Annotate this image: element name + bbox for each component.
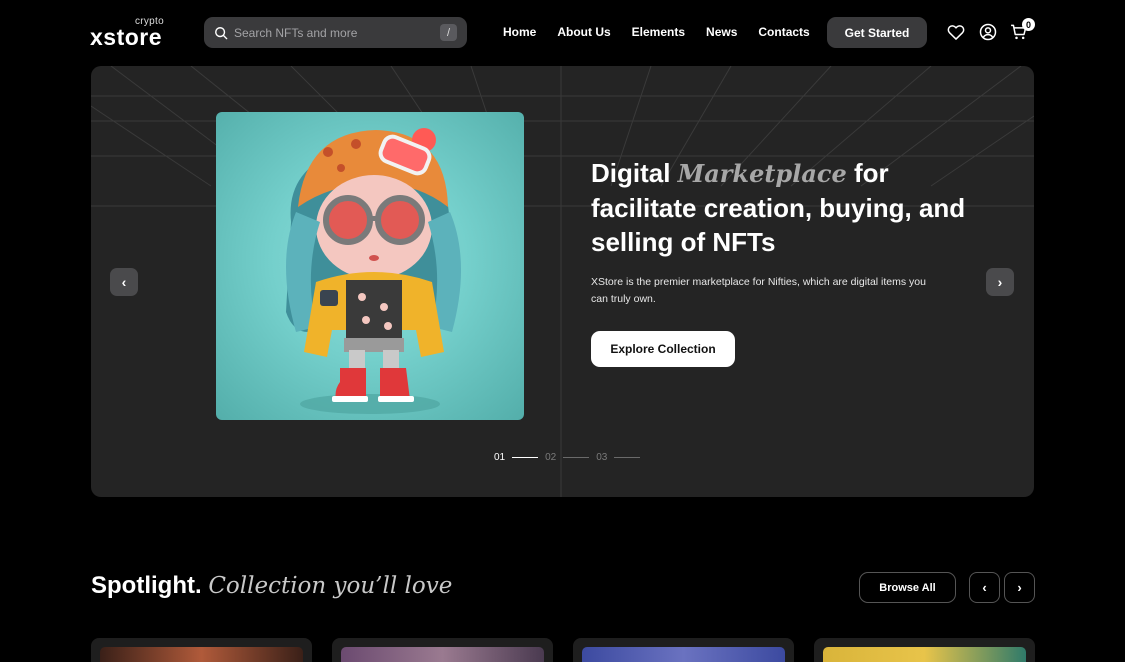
nav-home[interactable]: Home [503,25,536,39]
search-icon [215,26,228,39]
cart-count-badge: 0 [1022,18,1035,31]
page-indicator-03[interactable]: 03 [596,452,607,463]
nav-elements[interactable]: Elements [632,25,685,39]
user-icon[interactable] [978,22,998,42]
chevron-left-icon: ‹ [121,274,127,290]
collection-card[interactable] [573,638,794,662]
hero-title-start: Digital [591,158,678,188]
get-started-button[interactable]: Get Started [827,17,927,48]
chevron-left-icon: ‹ [982,580,987,595]
collection-card-image [341,647,544,662]
nav-about-us[interactable]: About Us [557,25,610,39]
logo[interactable]: crypto xstore [90,14,170,50]
logo-text: xstore [90,24,163,50]
hero-description: XStore is the premier marketplace for Ni… [591,276,926,305]
hero-banner: Digital Marketplace for facilitate creat… [91,66,1034,497]
collection-card-image [100,647,303,662]
browse-all-button[interactable]: Browse All [859,572,956,603]
page-line-03 [614,457,641,458]
chevron-right-icon: › [997,274,1003,290]
hero-title-emphasis: Marketplace [677,159,847,188]
nav-contacts[interactable]: Contacts [758,25,809,39]
collection-card-image [823,647,1026,662]
spotlight-next-button[interactable]: › [1004,572,1035,603]
collection-card[interactable] [814,638,1035,662]
hero-next-button[interactable]: › [986,268,1014,296]
main-nav: Home About Us Elements News Contacts [503,25,831,39]
spotlight-subtitle: Collection you’ll love [208,573,453,599]
search-input[interactable] [234,25,440,40]
page-indicator-01[interactable]: 01 [494,452,505,463]
doll-illustration [286,128,462,414]
collection-card-image [582,647,785,662]
top-header: crypto xstore / Home About Us Elements N… [0,0,1125,66]
explore-collection-button[interactable]: Explore Collection [591,331,735,367]
nav-news[interactable]: News [706,25,737,39]
chevron-right-icon: › [1017,580,1022,595]
hero-pagination: 01 02 03 [494,452,647,463]
collection-card[interactable] [332,638,553,662]
page-line-01 [512,457,539,458]
page-line-02 [563,457,590,458]
hero-prev-button[interactable]: ‹ [110,268,138,296]
featured-nft-artwork[interactable] [216,112,524,420]
collection-card[interactable] [91,638,312,662]
search-shortcut-key: / [440,24,457,41]
spotlight-prev-button[interactable]: ‹ [969,572,1000,603]
heart-icon[interactable] [946,22,966,42]
hero-title: Digital Marketplace for facilitate creat… [591,156,991,259]
page-indicator-02[interactable]: 02 [545,452,556,463]
search-bar[interactable]: / [204,17,467,48]
spotlight-title: Spotlight. [91,572,202,599]
spotlight-heading: Spotlight. Collection you’ll love [91,572,452,600]
